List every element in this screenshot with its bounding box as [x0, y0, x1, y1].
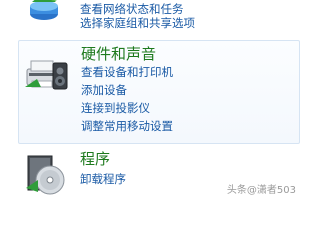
control-panel-category-view: 查看网络状态和任务 选择家庭组和共享选项 硬件和声音 查看设备和打印机 添加设备… [0, 0, 300, 200]
link-view-network-status[interactable]: 查看网络状态和任务 [80, 2, 195, 16]
network-category: 查看网络状态和任务 选择家庭组和共享选项 [18, 0, 300, 34]
hardware-links: 查看设备和打印机 添加设备 连接到投影仪 调整常用移动设置 [81, 65, 173, 133]
link-add-device[interactable]: 添加设备 [81, 83, 173, 97]
programs-title[interactable]: 程序 [80, 150, 110, 168]
network-globe-icon[interactable] [24, 0, 64, 24]
link-choose-homegroup[interactable]: 选择家庭组和共享选项 [80, 16, 195, 30]
link-view-devices-printers[interactable]: 查看设备和打印机 [81, 65, 173, 79]
programs-disc-box-icon[interactable] [22, 150, 70, 198]
hardware-sound-title[interactable]: 硬件和声音 [81, 45, 156, 63]
watermark: 头条@潇者503 [226, 185, 296, 196]
link-uninstall-program[interactable]: 卸载程序 [80, 172, 126, 186]
programs-links: 卸载程序 [80, 172, 126, 186]
link-connect-projector[interactable]: 连接到投影仪 [81, 101, 173, 115]
link-adjust-mobility-settings[interactable]: 调整常用移动设置 [81, 119, 173, 133]
hardware-sound-category[interactable]: 硬件和声音 查看设备和打印机 添加设备 连接到投影仪 调整常用移动设置 [18, 40, 300, 144]
network-links: 查看网络状态和任务 选择家庭组和共享选项 [80, 2, 195, 30]
printer-speaker-icon[interactable] [23, 51, 71, 95]
